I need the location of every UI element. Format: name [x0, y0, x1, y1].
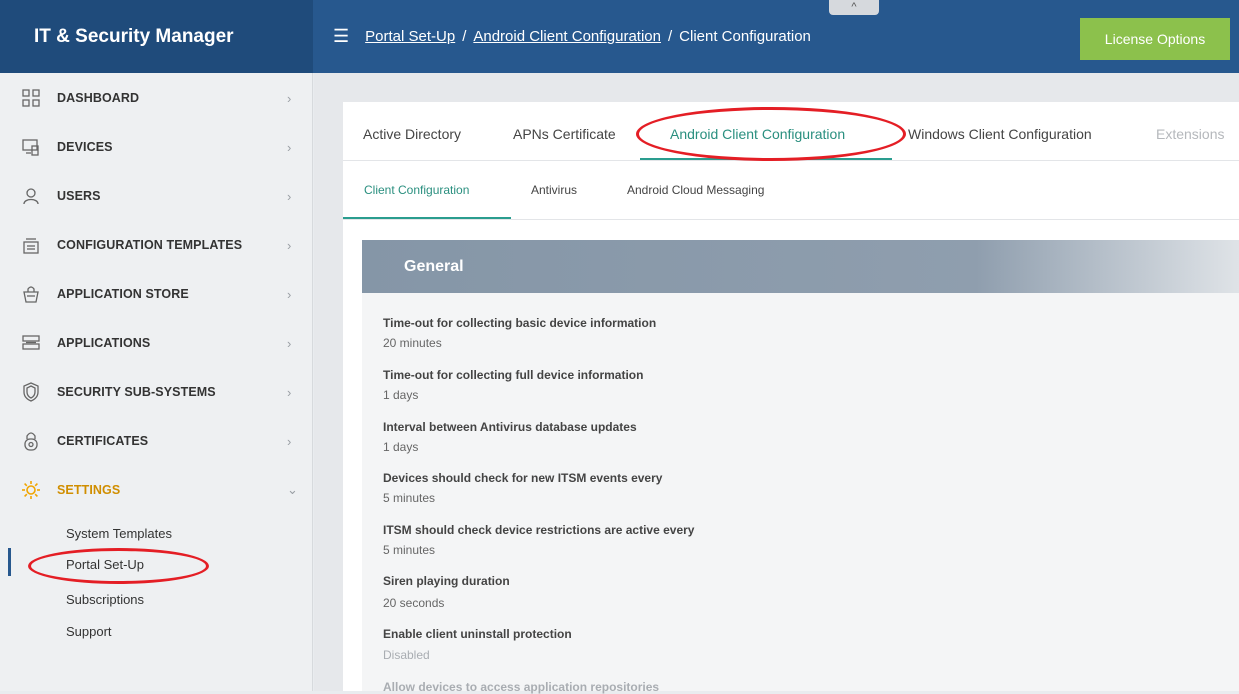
setting-label: Siren playing duration	[383, 574, 510, 588]
tab-android-client-configuration[interactable]: Android Client Configuration	[670, 126, 845, 142]
store-icon	[20, 283, 42, 305]
chevron-right-icon: ›	[287, 139, 292, 155]
sidebar-item-label: APPLICATION STORE	[57, 287, 189, 301]
setting-label: Interval between Antivirus database upda…	[383, 420, 637, 434]
templates-icon	[20, 234, 42, 256]
chevron-down-icon: ⌄	[287, 482, 298, 497]
breadcrumb-current: Client Configuration	[679, 28, 811, 45]
sidebar-item-certificates[interactable]: CERTIFICATES ›	[0, 417, 313, 465]
shield-icon	[20, 381, 42, 403]
chevron-right-icon: ›	[287, 335, 292, 351]
dashboard-icon	[20, 87, 42, 109]
settings-content	[362, 240, 1239, 691]
section-header: General	[362, 240, 1239, 293]
setting-value: 20 minutes	[383, 336, 442, 350]
setting-value: 5 minutes	[383, 543, 436, 557]
sidebar-subitem-system-templates[interactable]: System Templates	[66, 526, 172, 541]
chevron-right-icon: ›	[287, 188, 292, 204]
sidebar-subitem-portal-setup[interactable]: Portal Set-Up	[66, 557, 144, 572]
app-title: IT & Security Manager	[0, 0, 313, 73]
sidebar-item-devices[interactable]: DEVICES ›	[0, 123, 313, 171]
active-indicator	[8, 548, 11, 576]
devices-icon	[20, 136, 42, 158]
gear-icon	[20, 479, 42, 501]
chevron-right-icon: ›	[287, 286, 292, 302]
sidebar-item-application-store[interactable]: APPLICATION STORE ›	[0, 270, 313, 318]
sidebar-item-label: CONFIGURATION TEMPLATES	[57, 238, 243, 252]
chevron-right-icon: ›	[287, 237, 292, 253]
breadcrumb-separator: /	[667, 28, 673, 45]
sidebar-item-label: DEVICES	[57, 140, 113, 154]
subtab-android-cloud-messaging[interactable]: Android Cloud Messaging	[627, 183, 764, 197]
setting-label: Time-out for collecting basic device inf…	[383, 316, 657, 330]
sidebar-subitem-support[interactable]: Support	[66, 624, 112, 639]
setting-label: ITSM should check device restrictions ar…	[383, 523, 695, 537]
sidebar-item-label: CERTIFICATES	[57, 434, 149, 448]
user-icon	[20, 185, 42, 207]
sidebar-item-label: SECURITY SUB-SYSTEMS	[57, 385, 216, 399]
subtab-client-configuration[interactable]: Client Configuration	[364, 183, 469, 197]
breadcrumb-portal-setup[interactable]: Portal Set-Up	[365, 28, 455, 45]
top-bar: ☰ Portal Set-Up / Android Client Configu…	[313, 0, 1239, 73]
license-options-button[interactable]: License Options	[1080, 18, 1230, 60]
sidebar-subitem-subscriptions[interactable]: Subscriptions	[66, 592, 144, 607]
tab-apns-certificate[interactable]: APNs Certificate	[513, 126, 616, 142]
setting-value: 1 days	[383, 440, 419, 454]
hamburger-menu-icon[interactable]: ☰	[333, 26, 349, 47]
collapse-header-button[interactable]: ^	[829, 0, 879, 15]
setting-value: Disabled	[383, 648, 430, 662]
setting-label: Allow devices to access application repo…	[383, 680, 660, 694]
sidebar-item-label: APPLICATIONS	[57, 336, 151, 350]
tab-extensions[interactable]: Extensions	[1156, 126, 1224, 142]
breadcrumb-android-client-configuration[interactable]: Android Client Configuration	[473, 28, 661, 45]
setting-label: Devices should check for new ITSM events…	[383, 471, 663, 485]
setting-label: Enable client uninstall protection	[383, 627, 572, 641]
chevron-right-icon: ›	[287, 90, 292, 106]
tab-active-directory[interactable]: Active Directory	[363, 126, 461, 142]
subtab-divider	[343, 219, 1239, 220]
sidebar-item-users[interactable]: USERS ›	[0, 172, 313, 220]
setting-value: 5 minutes	[383, 491, 436, 505]
chevron-right-icon: ›	[287, 384, 292, 400]
certificate-icon	[20, 430, 42, 452]
sidebar-item-applications[interactable]: APPLICATIONS ›	[0, 319, 313, 367]
chevron-right-icon: ›	[287, 433, 292, 449]
breadcrumb-separator: /	[462, 28, 467, 45]
sidebar-item-security-sub-systems[interactable]: SECURITY SUB-SYSTEMS ›	[0, 368, 313, 416]
setting-value: 1 days	[383, 388, 419, 402]
tab-windows-client-configuration[interactable]: Windows Client Configuration	[908, 126, 1092, 142]
sidebar-item-settings[interactable]: SETTINGS ⌄	[0, 466, 313, 514]
sidebar-item-label: DASHBOARD	[57, 91, 140, 105]
applications-icon	[20, 332, 42, 354]
sidebar-item-label: SETTINGS	[57, 483, 121, 497]
subtab-antivirus[interactable]: Antivirus	[531, 183, 577, 197]
sidebar-item-dashboard[interactable]: DASHBOARD ›	[0, 74, 313, 122]
sidebar-item-configuration-templates[interactable]: CONFIGURATION TEMPLATES ›	[0, 221, 313, 269]
sidebar: DASHBOARD › DEVICES › USERS › CONFIGURAT…	[0, 73, 313, 691]
tab-divider	[343, 160, 1239, 161]
sidebar-item-label: USERS	[57, 189, 101, 203]
setting-value: 20 seconds	[383, 596, 445, 610]
setting-label: Time-out for collecting full device info…	[383, 368, 644, 382]
